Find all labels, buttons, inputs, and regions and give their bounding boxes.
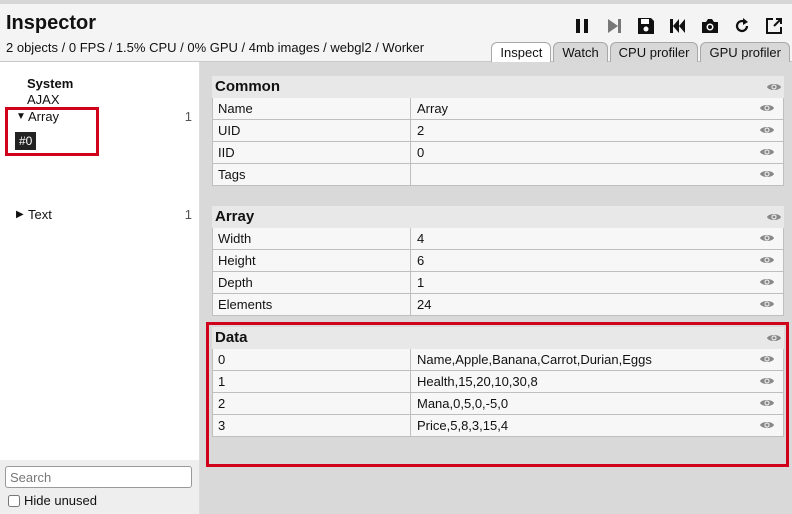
step-icon (608, 19, 621, 33)
visibility-eye-icon[interactable] (759, 232, 775, 244)
object-tree-sidebar: System AJAX ▼ Array 1 #0 ▶ Text 1 Hide u… (0, 62, 200, 514)
hide-unused-checkbox[interactable] (8, 494, 20, 507)
status-line: 2 objects / 0 FPS / 1.5% CPU / 0% GPU / … (6, 40, 425, 55)
property-value-text: 6 (417, 253, 425, 268)
visibility-eye-icon[interactable] (766, 211, 782, 223)
section-array: Array Width 4 Height 6 Depth 1 Elements 24 (212, 206, 784, 316)
property-value-text: Array (417, 101, 449, 116)
camera-icon (702, 19, 718, 33)
popout-icon (766, 18, 782, 34)
screenshot-button[interactable] (698, 14, 722, 38)
property-value-text: 2 (417, 123, 425, 138)
highlight-box (206, 322, 789, 467)
pause-button[interactable] (570, 14, 594, 38)
property-value[interactable] (411, 164, 783, 185)
visibility-eye-icon[interactable] (759, 124, 775, 136)
property-row: IID 0 (212, 142, 784, 164)
property-row: UID 2 (212, 120, 784, 142)
visibility-eye-icon[interactable] (759, 102, 775, 114)
property-key: IID (213, 142, 411, 163)
section-title: Common (212, 76, 784, 98)
property-row: Elements 24 (212, 294, 784, 316)
property-value[interactable]: Array (411, 98, 783, 119)
property-row: Height 6 (212, 250, 784, 272)
visibility-eye-icon[interactable] (759, 254, 775, 266)
tree-item-text[interactable]: ▶ Text 1 (16, 205, 192, 223)
visibility-eye-icon[interactable] (759, 168, 775, 180)
property-value[interactable]: 6 (411, 250, 783, 271)
tree-item-label: Text (28, 206, 52, 222)
popout-button[interactable] (762, 14, 786, 38)
restart-button[interactable] (730, 14, 754, 38)
property-key: UID (213, 120, 411, 141)
save-icon (638, 18, 654, 34)
collapsed-arrow-icon: ▶ (16, 208, 24, 220)
property-key: Tags (213, 164, 411, 185)
tab-gpu-profiler[interactable]: GPU profiler (700, 42, 790, 63)
hide-unused-toggle[interactable]: Hide unused (8, 493, 97, 508)
property-key: Elements (213, 294, 411, 315)
property-key: Depth (213, 272, 411, 293)
property-value[interactable]: 24 (411, 294, 783, 315)
property-value[interactable]: 2 (411, 120, 783, 141)
property-value[interactable]: 4 (411, 228, 783, 249)
visibility-eye-icon[interactable] (766, 81, 782, 93)
property-value-text: 24 (417, 297, 432, 312)
refresh-icon (735, 18, 749, 33)
property-key: Name (213, 98, 411, 119)
inspector-header: Inspector 2 objects / 0 FPS / 1.5% CPU /… (0, 4, 792, 64)
property-value[interactable]: 1 (411, 272, 783, 293)
toolbar (570, 14, 786, 38)
instance-count: 1 (184, 108, 192, 124)
property-key: Height (213, 250, 411, 271)
property-value[interactable]: 0 (411, 142, 783, 163)
pause-icon (576, 19, 588, 33)
tab-cpu-profiler[interactable]: CPU profiler (609, 42, 699, 63)
highlight-box (5, 107, 99, 156)
rewind-button[interactable] (666, 14, 690, 38)
tab-inspect[interactable]: Inspect (491, 42, 552, 64)
visibility-eye-icon[interactable] (759, 276, 775, 288)
section-title-label: Array (215, 208, 255, 225)
system-heading: System (27, 76, 74, 91)
property-row: Name Array (212, 98, 784, 120)
system-plugin-ajax[interactable]: AJAX (27, 92, 60, 107)
property-value-text: 1 (417, 275, 425, 290)
section-title-label: Common (215, 78, 280, 95)
visibility-eye-icon[interactable] (759, 298, 775, 310)
rewind-icon (670, 19, 685, 33)
property-key: Width (213, 228, 411, 249)
save-button[interactable] (634, 14, 658, 38)
property-row: Depth 1 (212, 272, 784, 294)
property-row: Width 4 (212, 228, 784, 250)
visibility-eye-icon[interactable] (759, 146, 775, 158)
property-row: Tags (212, 164, 784, 186)
tab-watch[interactable]: Watch (553, 42, 608, 63)
section-common: Common Name Array UID 2 IID 0 Tags (212, 76, 784, 186)
instance-count: 1 (184, 206, 192, 222)
hide-unused-label: Hide unused (24, 493, 97, 508)
property-value-text: 4 (417, 231, 425, 246)
property-value-text: 0 (417, 145, 425, 160)
step-button[interactable] (602, 14, 626, 38)
tab-bar: Inspect Watch CPU profiler GPU profiler (491, 42, 790, 64)
page-title: Inspector (6, 12, 97, 34)
search-input[interactable] (5, 466, 192, 488)
section-title: Array (212, 206, 784, 228)
